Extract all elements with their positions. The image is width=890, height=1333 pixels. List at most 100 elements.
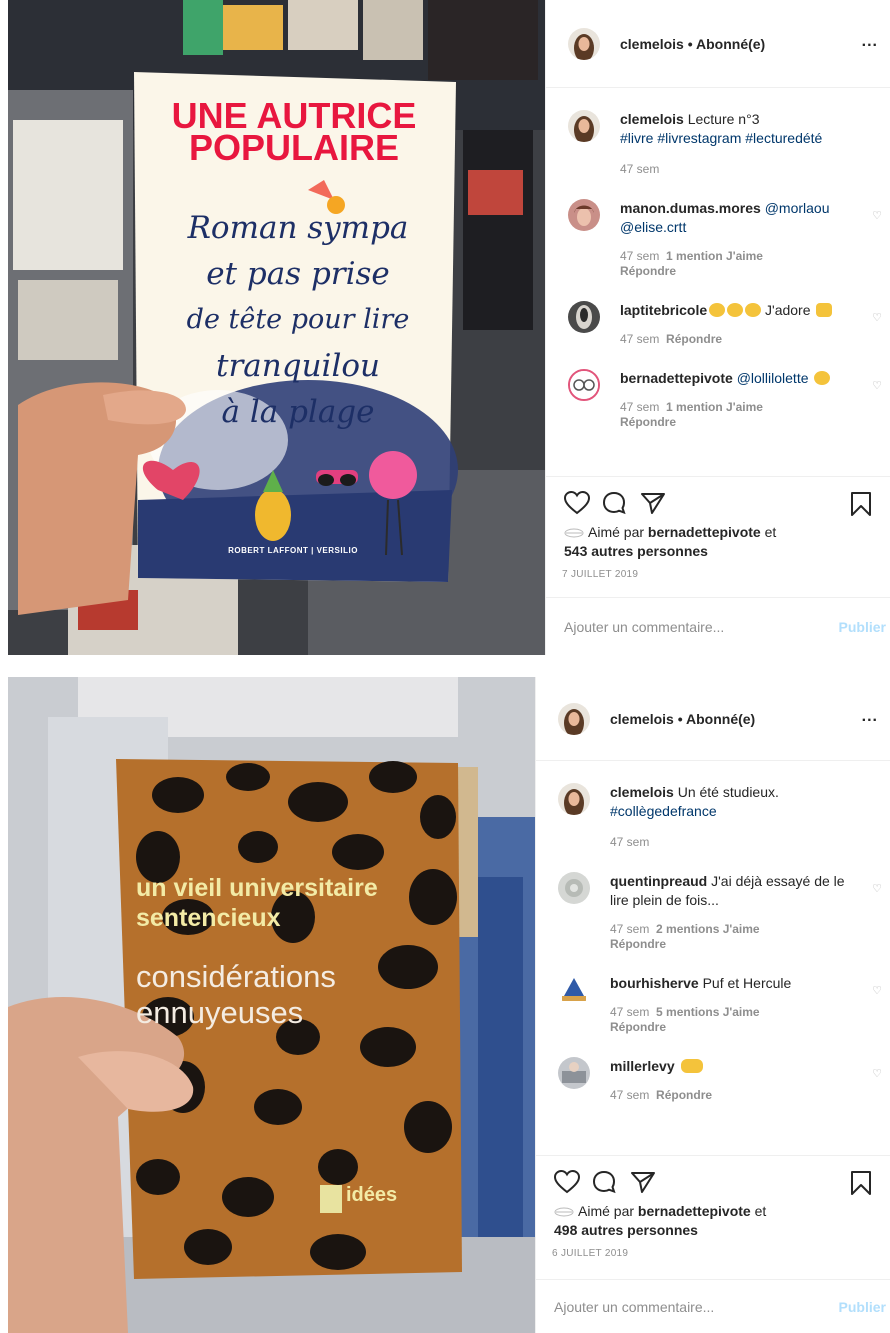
- caption-username[interactable]: clemelois: [610, 784, 674, 800]
- bookmark-icon[interactable]: [850, 1170, 872, 1196]
- comment-item: laptitebricole J'adore 47 sem Répondre ♡: [568, 301, 882, 347]
- likes-count[interactable]: 543 autres personnes: [564, 543, 708, 559]
- reply-button[interactable]: Répondre: [656, 1088, 712, 1102]
- avatar[interactable]: [568, 301, 600, 333]
- comment-input[interactable]: Ajouter un commentaire...: [564, 619, 724, 635]
- avatar[interactable]: [568, 369, 600, 401]
- comment-likes[interactable]: 1 mention J'aime: [666, 249, 763, 263]
- comment-heart-icon[interactable]: ♡: [872, 882, 882, 895]
- cover-subtitle: considérations ennuyeuses: [136, 959, 466, 1031]
- comment-likes[interactable]: 5 mentions J'aime: [656, 1005, 760, 1019]
- cover-script-line-2: et pas prise: [206, 256, 390, 292]
- avatar[interactable]: [568, 199, 600, 231]
- comment-text: J'adore: [761, 302, 815, 318]
- avatar[interactable]: [568, 27, 600, 60]
- comment-input[interactable]: Ajouter un commentaire...: [554, 1299, 714, 1315]
- post-photo-2[interactable]: un vieil universitaire sentencieux consi…: [8, 677, 535, 1333]
- cover-script-line-3: de tête pour lire: [186, 304, 410, 335]
- cover-script-line-4: tranquilou: [216, 348, 380, 384]
- likes-count[interactable]: 498 autres personnes: [554, 1222, 698, 1238]
- comment-text[interactable]: @lollilolette: [733, 370, 813, 386]
- more-options-icon[interactable]: ...: [862, 708, 878, 726]
- comment-heart-icon[interactable]: ♡: [872, 984, 882, 997]
- cover-title-line-2: POPULAIRE: [188, 127, 400, 168]
- publish-button[interactable]: Publier: [839, 619, 886, 635]
- comment-icon[interactable]: [592, 1170, 618, 1194]
- comment-heart-icon[interactable]: ♡: [872, 1067, 882, 1080]
- caption-age: 47 sem: [610, 835, 650, 849]
- post-photo-1[interactable]: UNE AUTRICE POPULAIRE Roman sympa et pas…: [8, 0, 545, 655]
- comment-username[interactable]: bernadettepivote: [620, 370, 733, 386]
- avatar[interactable]: [558, 872, 590, 904]
- reply-button[interactable]: Répondre: [610, 937, 666, 951]
- reply-button[interactable]: Répondre: [610, 1020, 666, 1034]
- cover-subtitle-line-1: considérations: [136, 959, 336, 994]
- avatar[interactable]: [568, 110, 600, 142]
- follow-status[interactable]: Abonné(e): [686, 711, 755, 727]
- more-options-icon[interactable]: ...: [862, 33, 878, 51]
- publish-button[interactable]: Publier: [839, 1299, 886, 1315]
- username-link[interactable]: clemelois: [610, 711, 674, 727]
- heart-icon[interactable]: [554, 1170, 580, 1194]
- comment-meta: 47 sem 5 mentions J'aime Répondre: [610, 1005, 856, 1035]
- avatar[interactable]: [558, 702, 590, 735]
- cover-publisher: idées: [346, 1184, 398, 1206]
- post-header: clemelois • Abonné(e) ...: [546, 0, 890, 88]
- add-comment-bar: Ajouter un commentaire... Publier: [536, 1279, 890, 1333]
- comment-username[interactable]: quentinpreaud: [610, 873, 707, 889]
- cover-script-line-5: à la plage: [221, 394, 375, 430]
- likes-user[interactable]: bernadettepivote: [648, 524, 761, 540]
- likes-summary[interactable]: Aimé par bernadettepivote et 498 autres …: [552, 1202, 874, 1240]
- comment-username[interactable]: manon.dumas.mores: [620, 200, 761, 216]
- likes-prefix: Aimé par: [588, 524, 648, 540]
- comment-likes[interactable]: 1 mention J'aime: [666, 400, 763, 414]
- avatar-image: [558, 974, 590, 1006]
- action-icons-row: [552, 1168, 874, 1202]
- cover-subtitle-line-2: ennuyeuses: [136, 995, 304, 1030]
- cover-script-text: Roman sympa et pas prise de tête pour li…: [148, 205, 448, 435]
- post-date[interactable]: 6 JUILLET 2019: [552, 1248, 874, 1259]
- username-link[interactable]: clemelois: [620, 36, 684, 52]
- share-icon[interactable]: [640, 491, 666, 515]
- post-date[interactable]: 7 JUILLET 2019: [562, 569, 874, 580]
- caption-text: Un été studieux.: [673, 784, 779, 800]
- cover-script-line-1: Roman sympa: [187, 210, 409, 246]
- avatar-image: [558, 783, 590, 815]
- comment-age: 47 sem: [620, 249, 660, 263]
- caption-hashtags[interactable]: #collègedefrance: [610, 803, 717, 819]
- clapping-hands-emoji-icon: [680, 1059, 703, 1073]
- avatar[interactable]: [558, 1057, 590, 1089]
- likes-summary[interactable]: Aimé par bernadettepivote et 543 autres …: [562, 523, 874, 561]
- bookmark-icon[interactable]: [850, 491, 872, 517]
- comment-heart-icon[interactable]: ♡: [872, 379, 882, 392]
- header-username[interactable]: clemelois • Abonné(e): [620, 36, 765, 52]
- comment-username[interactable]: millerlevy: [610, 1058, 675, 1074]
- avatar[interactable]: [558, 974, 590, 1006]
- caption-text: Lecture n°3: [683, 111, 760, 127]
- caption-age: 47 sem: [620, 162, 660, 176]
- share-icon[interactable]: [630, 1170, 656, 1194]
- reply-button[interactable]: Répondre: [620, 415, 676, 429]
- comment-username[interactable]: laptitebricole: [620, 302, 707, 318]
- caption-hashtags[interactable]: #livre #livrestagram #lecturedété: [620, 130, 822, 146]
- follow-status[interactable]: Abonné(e): [696, 36, 765, 52]
- comment-heart-icon[interactable]: ♡: [872, 209, 882, 222]
- avatar-image: [558, 702, 590, 735]
- comment-heart-icon[interactable]: ♡: [872, 311, 882, 324]
- avatar-image: [558, 1057, 590, 1089]
- header-username[interactable]: clemelois • Abonné(e): [610, 711, 755, 727]
- reply-button[interactable]: Répondre: [666, 332, 722, 346]
- avatar-image: [570, 371, 598, 399]
- avatar[interactable]: [558, 783, 590, 815]
- likes-user[interactable]: bernadettepivote: [638, 1203, 751, 1219]
- caption-username[interactable]: clemelois: [620, 111, 684, 127]
- comment-likes[interactable]: 2 mentions J'aime: [656, 922, 760, 936]
- reply-button[interactable]: Répondre: [620, 264, 676, 278]
- comment-username[interactable]: bourhisherve: [610, 975, 699, 991]
- comment-age: 47 sem: [610, 1005, 650, 1019]
- heart-icon[interactable]: [564, 491, 590, 515]
- cover-publisher: ROBERT LAFFONT | VERSILIO: [228, 546, 358, 555]
- comment-icon[interactable]: [602, 491, 628, 515]
- likes-middle: et: [760, 524, 777, 540]
- avatar-image: [558, 872, 590, 904]
